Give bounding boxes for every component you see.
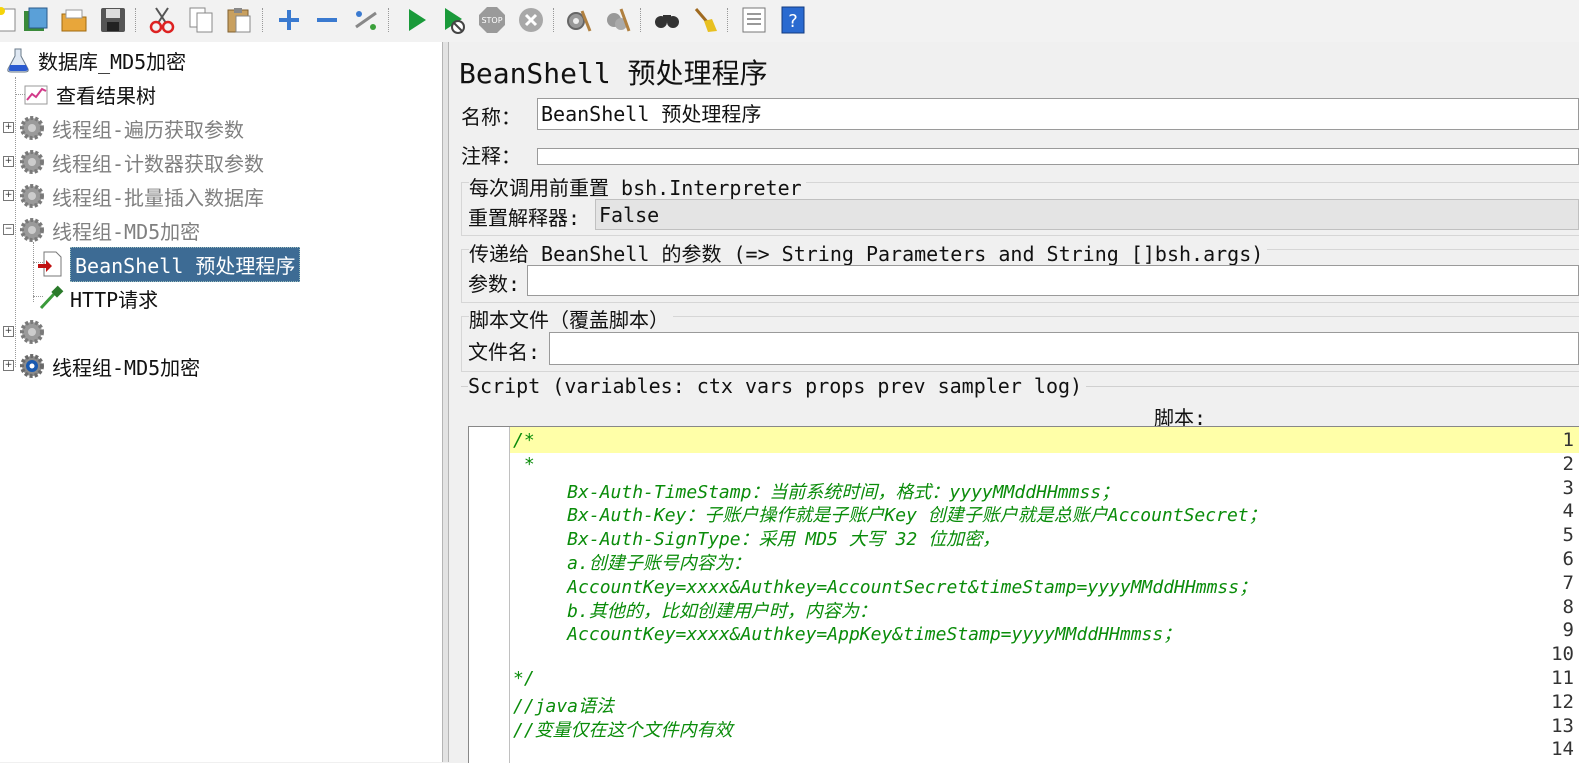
save-icon[interactable]	[97, 4, 129, 36]
paste-icon[interactable]	[223, 4, 255, 36]
shutdown-icon[interactable]	[515, 4, 547, 36]
line-number: 6	[1562, 548, 1574, 570]
gear-icon	[16, 112, 48, 144]
line-number: 9	[1562, 619, 1574, 642]
clear-icon[interactable]	[563, 4, 595, 36]
tree-item-view-results-tree[interactable]: 查看结果树	[20, 78, 156, 110]
expand-toggle[interactable]: +	[3, 190, 14, 201]
expand-toggle[interactable]: +	[3, 326, 14, 337]
tree-item-thread-group[interactable]: 线程组-批量插入数据库	[16, 180, 264, 212]
graph-icon	[20, 78, 52, 110]
code-line: *	[513, 453, 535, 475]
toggle-icon[interactable]	[350, 4, 382, 36]
code-line: */	[513, 668, 535, 689]
line-number-gutter	[469, 427, 510, 763]
code-line: //java语法	[513, 695, 615, 717]
params-field[interactable]	[527, 265, 1579, 296]
svg-text:STOP: STOP	[481, 16, 502, 25]
tree-item-thread-group[interactable]: 线程组-MD5加密	[16, 214, 200, 246]
toolbar: STOP ?	[0, 0, 1579, 43]
collapse-icon[interactable]	[311, 4, 343, 36]
tree-item-thread-group[interactable]: 线程组-计数器获取参数	[16, 146, 264, 178]
expand-icon[interactable]	[273, 4, 305, 36]
filename-label: 文件名:	[468, 340, 541, 364]
flask-icon	[2, 44, 34, 76]
code-line: /*	[513, 430, 535, 451]
code-line: AccountKey=xxxx&Authkey=AccountSecret&ti…	[513, 576, 1258, 598]
templates-icon[interactable]	[20, 4, 52, 36]
line-number: 1	[1562, 429, 1574, 451]
current-line-highlight	[510, 427, 1579, 453]
svg-text:?: ?	[788, 11, 798, 32]
gear-icon	[16, 214, 48, 246]
line-number: 4	[1562, 500, 1574, 523]
line-number: 11	[1551, 667, 1574, 689]
line-number: 14	[1551, 738, 1574, 761]
gear-icon	[16, 316, 48, 348]
search-icon[interactable]	[651, 4, 683, 36]
line-number: 5	[1562, 524, 1574, 547]
reset-interpreter-label: 重置解释器:	[468, 206, 581, 230]
reset-group-title: 每次调用前重置 bsh.Interpreter	[469, 172, 806, 201]
script-editor[interactable]: 1 /* 2 * 3 Bx-Auth-TimeStamp：当前系统时间，格式：yyyy…	[468, 426, 1579, 763]
comment-field[interactable]	[537, 148, 1579, 165]
code-line: Bx-Auth-TimeStamp：当前系统时间，格式：yyyyMMddHHmm…	[513, 481, 1120, 503]
page-title: BeanShell 预处理程序	[459, 57, 768, 90]
copy-icon[interactable]	[185, 4, 217, 36]
expand-toggle[interactable]: +	[3, 156, 14, 167]
preprocessor-icon	[34, 248, 66, 280]
expand-toggle[interactable]: +	[3, 360, 14, 371]
line-number: 13	[1551, 714, 1574, 737]
reset-search-icon[interactable]	[689, 4, 721, 36]
tree-root-label: 数据库_MD5加密	[38, 49, 187, 74]
stop-icon[interactable]: STOP	[476, 4, 508, 36]
start-icon[interactable]	[400, 4, 432, 36]
clear-all-icon[interactable]	[602, 4, 634, 36]
comment-label: 注释：	[461, 144, 521, 168]
script-group-title: Script (variables: ctx vars props prev s…	[468, 374, 1087, 398]
help-icon[interactable]: ?	[777, 4, 809, 36]
code-line: a.创建子账号内容为：	[513, 553, 751, 574]
gear-icon	[16, 180, 48, 212]
tree-item-thread-group-active[interactable]: 线程组-MD5加密	[16, 350, 200, 382]
pipette-icon	[34, 282, 66, 314]
code-line: Bx-Auth-Key：子账户操作就是子账户Key 创建子账户就是总账户Acco…	[513, 505, 1267, 527]
tree-item-thread-group[interactable]: 线程组-遍历获取参数	[16, 112, 244, 144]
line-number: 2	[1562, 452, 1574, 475]
tree-item-http-request[interactable]: HTTP请求	[34, 282, 158, 314]
gear-icon	[16, 350, 48, 382]
cut-icon[interactable]	[146, 4, 178, 36]
line-number: 8	[1562, 595, 1574, 618]
open-icon[interactable]	[58, 4, 90, 36]
tree-root-test-plan[interactable]: 数据库_MD5加密	[2, 44, 186, 76]
file-group-title: 脚本文件（覆盖脚本）	[469, 304, 673, 333]
code-line: //变量仅在这个文件内有效	[513, 719, 733, 741]
name-field[interactable]: BeanShell 预处理程序	[537, 98, 1579, 130]
start-no-pause-icon[interactable]	[438, 4, 470, 36]
line-number: 7	[1562, 571, 1574, 594]
params-label: 参数:	[468, 272, 521, 296]
reset-interpreter-select[interactable]: False	[595, 199, 1579, 230]
code-line: b.其他的，比如创建用户时，内容为：	[513, 600, 877, 622]
test-plan-tree: 数据库_MD5加密 查看结果树 + 线程组-遍历获取参数 + 线程组-计数器获取…	[0, 42, 442, 762]
tree-item-beanshell-preprocessor[interactable]: BeanShell 预处理程序	[34, 246, 301, 282]
expand-toggle[interactable]: +	[3, 122, 14, 133]
code-line: AccountKey=xxxx&Authkey=AppKey&timeStamp…	[513, 624, 1182, 646]
split-pane-divider[interactable]	[442, 42, 449, 762]
line-number: 12	[1551, 690, 1574, 713]
params-group-title: 传递给 BeanShell 的参数 (=> String Parameters …	[469, 238, 1268, 267]
line-number: 10	[1551, 643, 1574, 666]
collapse-toggle[interactable]: −	[3, 224, 14, 235]
code-line: Bx-Auth-SignType：采用 MD5 大写 32 位加密，	[513, 529, 1001, 551]
name-label: 名称：	[461, 105, 521, 129]
line-number: 3	[1562, 476, 1574, 499]
tree-item-thread-group[interactable]	[16, 316, 52, 348]
gear-icon	[16, 146, 48, 178]
function-helper-icon[interactable]	[738, 4, 770, 36]
filename-field[interactable]	[549, 332, 1579, 365]
